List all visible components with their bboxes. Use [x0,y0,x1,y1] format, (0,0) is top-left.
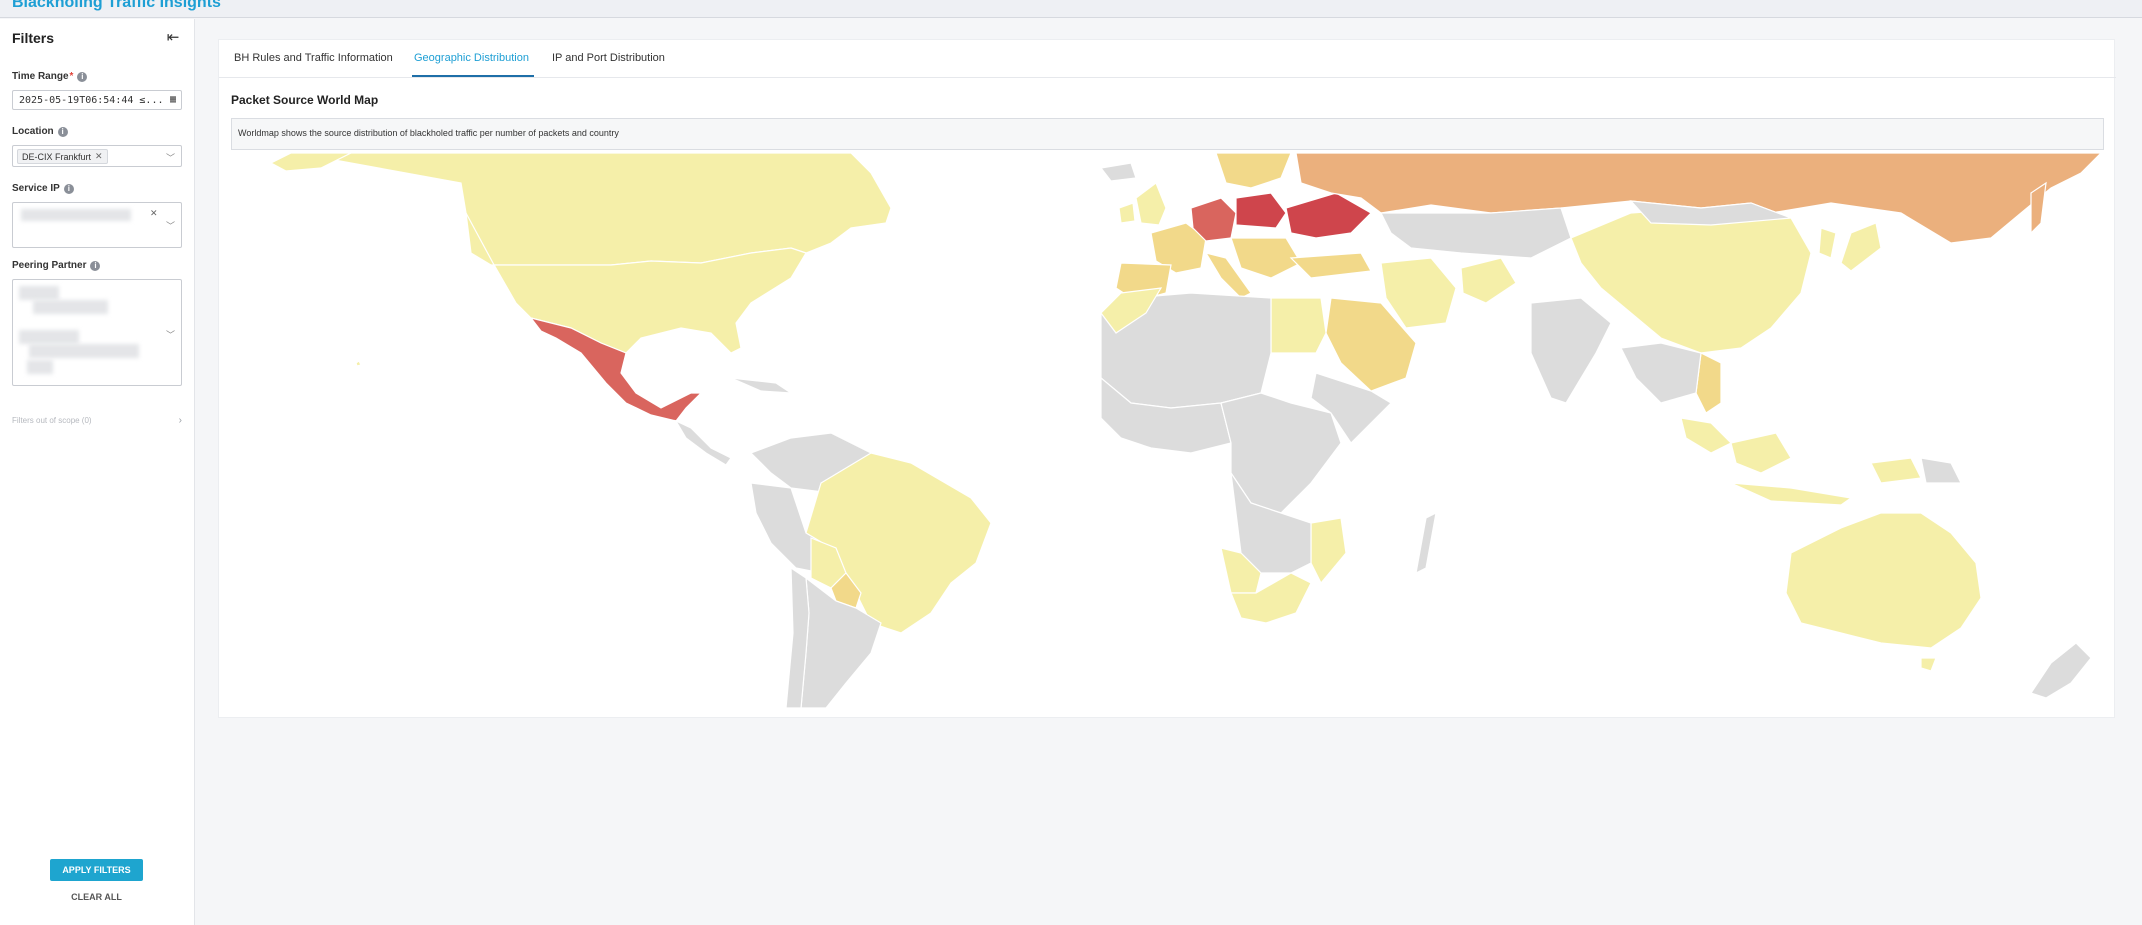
country-egypt[interactable] [1270,297,1327,354]
tab-bh-rules[interactable]: BH Rules and Traffic Information [234,52,393,64]
location-label: Location i [12,126,68,137]
remove-chip-icon[interactable]: ✕ [150,208,158,219]
country-central-america[interactable] [674,419,732,466]
filters-sidebar: Filters ⇤ Time Range * i 2025-05-19T06:54… [0,19,195,925]
redacted-value [19,330,79,344]
top-bar: Blackholing Traffic Insights [0,0,2142,18]
tab-ip-port-distribution[interactable]: IP and Port Distribution [552,52,665,64]
chevron-right-icon: › [178,415,182,426]
country-ireland[interactable] [1118,202,1136,224]
chevron-down-icon[interactable]: ﹀ [166,219,175,232]
active-tab-indicator [412,75,534,77]
country-tasmania[interactable] [1920,657,1937,672]
country-se-asia[interactable] [1620,342,1702,404]
country-hawaii[interactable] [355,360,362,367]
app-title: Blackholing Traffic Insights [12,0,221,11]
country-papua[interactable] [1870,457,1922,484]
world-map-svg[interactable] [231,153,2104,708]
country-japan[interactable] [1840,222,1882,272]
time-range-input[interactable]: 2025-05-19T06:54:44 ≤... ▦ [12,90,182,110]
country-poland[interactable] [1235,192,1287,229]
tab-bar: BH Rules and Traffic Information Geograp… [219,40,2116,78]
country-india[interactable] [1530,297,1612,404]
service-ip-label: Service IP i [12,183,74,194]
time-range-label: Time Range * i [12,71,88,82]
location-chip: DE-CIX Frankfurt ✕ [17,149,108,164]
location-select[interactable]: DE-CIX Frankfurt ✕ ﹀ [12,145,182,167]
filters-out-of-scope[interactable]: Filters out of scope (0) › [12,415,182,426]
country-turkey[interactable] [1289,252,1372,279]
chevron-down-icon[interactable]: ﹀ [166,151,175,164]
country-ukraine[interactable] [1285,192,1372,239]
map-description: Worldmap shows the source distribution o… [231,118,2104,150]
peering-partner-label: Peering Partner i [12,260,101,271]
country-mozambique[interactable] [1310,517,1347,585]
redacted-value [27,360,53,374]
service-ip-select[interactable]: ✕ ﹀ [12,202,182,248]
country-kazakhstan[interactable] [1380,207,1572,259]
redacted-value [33,300,108,314]
country-indonesia[interactable] [1730,432,1792,474]
country-alaska[interactable] [269,153,352,172]
world-map[interactable] [231,153,2104,708]
info-icon: i [77,71,88,82]
country-canada[interactable] [295,153,892,266]
redacted-value [21,209,131,221]
country-korea[interactable] [1818,227,1837,259]
chevron-down-icon[interactable]: ﹀ [166,328,175,341]
filters-title: Filters [12,30,55,46]
calendar-icon[interactable]: ▦ [170,94,176,105]
collapse-sidebar-icon[interactable]: ⇤ [164,29,182,47]
country-afghanistan[interactable] [1460,257,1517,304]
apply-filters-button[interactable]: APPLY FILTERS [50,859,143,881]
country-cuba[interactable] [730,377,794,394]
country-madagascar[interactable] [1415,511,1437,575]
tab-geographic-distribution[interactable]: Geographic Distribution [414,52,529,64]
redacted-value [29,344,139,358]
country-new-zealand[interactable] [2030,642,2092,699]
country-scandinavia[interactable] [1215,153,1292,189]
info-icon: i [90,260,101,271]
main-panel: BH Rules and Traffic Information Geograp… [218,39,2116,718]
clear-all-button[interactable]: CLEAR ALL [50,892,143,902]
country-australia[interactable] [1785,512,1982,649]
country-png[interactable] [1920,457,1962,484]
country-uk[interactable] [1135,182,1167,226]
country-malaysia[interactable] [1680,417,1733,454]
peering-partner-select[interactable]: ﹀ [12,279,182,386]
country-indonesia-java[interactable] [1730,482,1853,506]
redacted-value [19,286,59,300]
remove-chip-icon[interactable]: ✕ [95,151,103,162]
country-iceland[interactable] [1099,162,1137,182]
info-icon: i [57,126,68,137]
map-title: Packet Source World Map [231,93,379,107]
info-icon: i [63,183,74,194]
